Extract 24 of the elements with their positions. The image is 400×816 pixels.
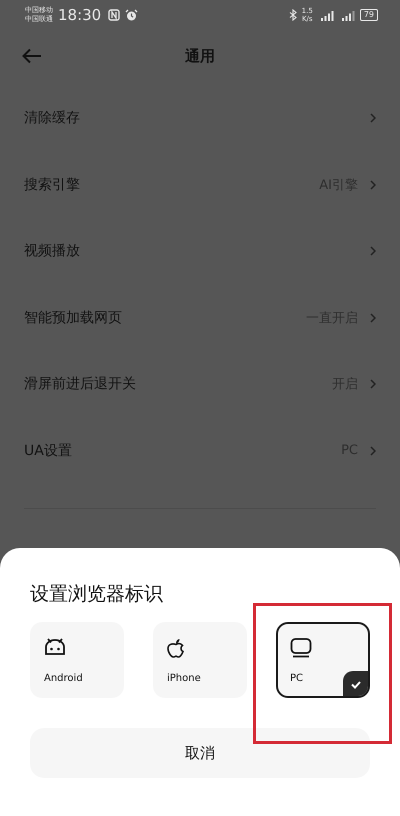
monitor-icon (290, 638, 312, 658)
page-title: 通用 (185, 46, 215, 66)
option-card[interactable]: PC (276, 622, 370, 698)
status-time: 18:30 (58, 6, 102, 24)
settings-row[interactable]: 视频播放 (0, 218, 400, 284)
chevron-right-icon (370, 312, 376, 323)
settings-row[interactable]: 清除缓存 (0, 85, 400, 152)
alarm-icon (125, 8, 138, 22)
bluetooth-icon (288, 9, 297, 21)
checkmark-icon (343, 671, 368, 696)
apple-icon (167, 638, 185, 659)
chevron-right-icon (370, 113, 376, 124)
option-card[interactable]: iPhone (153, 622, 247, 698)
chevron-right-icon (370, 246, 376, 256)
sheet-title: 设置浏览器标识 (30, 582, 163, 607)
chevron-right-icon (370, 379, 376, 390)
chevron-right-icon (370, 180, 376, 190)
back-arrow-icon[interactable] (22, 48, 42, 64)
android-icon (44, 638, 66, 656)
chevron-right-icon (370, 446, 376, 456)
battery-indicator: 79 (360, 9, 378, 21)
nfc-icon (108, 9, 120, 21)
cancel-button[interactable]: 取消 (30, 728, 370, 778)
option-card[interactable]: Android (30, 622, 124, 698)
